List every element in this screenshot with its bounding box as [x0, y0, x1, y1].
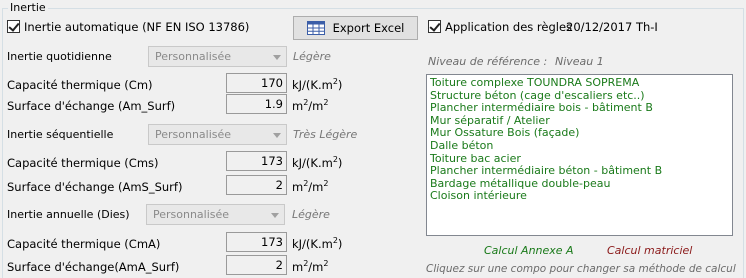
ams-surf-unit: m2/m2 [292, 179, 329, 194]
ama-surf-unit: m2/m2 [292, 259, 329, 274]
quotidienne-level: Légère [293, 50, 331, 63]
cms-label: Capacité thermique (Cms) [7, 156, 159, 170]
reference-value: Niveau 1 [555, 55, 604, 68]
cma-input[interactable]: 173 [226, 232, 287, 252]
export-excel-label: Export Excel [332, 21, 405, 35]
inertie-auto-checkbox[interactable] [7, 20, 20, 33]
chevron-down-icon [271, 213, 279, 218]
sequentielle-level: Très Légère [293, 128, 358, 141]
cm-label: Capacité thermique (Cm) [7, 78, 153, 92]
ams-surf-input[interactable]: 2 [226, 175, 287, 195]
ama-surf-label: Surface d'échange(AmA_Surf) [7, 260, 180, 274]
cm-input[interactable]: 170 [226, 73, 287, 93]
chevron-down-icon [273, 55, 281, 60]
export-excel-button[interactable]: Export Excel [293, 16, 418, 40]
am-surf-input[interactable]: 1.9 [226, 94, 287, 114]
inertie-quotidienne-label: Inertie quotidienne [7, 50, 112, 63]
ams-surf-label: Surface d'échange (AmS_Surf) [7, 180, 183, 194]
inertie-annuelle-label: Inertie annuelle (Dies) [7, 208, 130, 221]
group-title: Inertie [8, 1, 48, 14]
list-item[interactable]: Plancher intermédiaire bois - bâtiment B [430, 102, 732, 115]
reference-label: Niveau de référence : [428, 55, 548, 68]
chevron-down-icon [273, 133, 281, 138]
inertie-sequentielle-select[interactable]: Personnalisée [148, 124, 287, 145]
list-item[interactable]: Plancher intermédiaire béton - bâtiment … [430, 165, 732, 178]
inertie-quotidienne-select[interactable]: Personnalisée [148, 46, 287, 67]
hint-text: Cliquez sur une compo pour changer sa mé… [426, 263, 736, 275]
application-date: 20/12/2017 Th-I [566, 20, 658, 34]
inertie-annuelle-select[interactable]: Personnalisée [146, 204, 285, 225]
cms-input[interactable]: 173 [226, 151, 287, 171]
annuelle-level: Légère [292, 208, 330, 221]
inertie-auto-label: Inertie automatique (NF EN ISO 13786) [24, 20, 250, 34]
application-regles-checkbox[interactable] [428, 20, 441, 33]
compositions-list[interactable]: Toiture complexe TOUNDRA SOPREMA Structu… [426, 74, 733, 236]
ama-surf-input[interactable]: 2 [226, 255, 287, 275]
spreadsheet-icon [306, 21, 325, 35]
cms-unit: kJ/(K.m2) [292, 155, 343, 170]
select-value: Personnalisée [155, 50, 232, 63]
list-item[interactable]: Cloison intérieure [430, 190, 732, 203]
list-item[interactable]: Dalle béton [430, 139, 732, 153]
select-value: Personnalisée [153, 208, 230, 221]
calcul-matriciel-legend: Calcul matriciel [607, 244, 693, 257]
application-regles-label: Application des règles [445, 20, 573, 34]
cma-unit: kJ/(K.m2) [292, 236, 343, 251]
list-item[interactable]: Toiture complexe TOUNDRA SOPREMA [430, 76, 732, 90]
cma-label: Capacité thermique (CmA) [7, 237, 161, 251]
inertie-sequentielle-label: Inertie séquentielle [7, 128, 114, 141]
am-surf-label: Surface d'échange (Am_Surf) [7, 99, 176, 113]
select-value: Personnalisée [155, 128, 232, 141]
calcul-annexe-legend: Calcul Annexe A [484, 244, 574, 257]
cm-unit: kJ/(K.m2) [292, 77, 343, 92]
am-surf-unit: m2/m2 [292, 98, 329, 113]
